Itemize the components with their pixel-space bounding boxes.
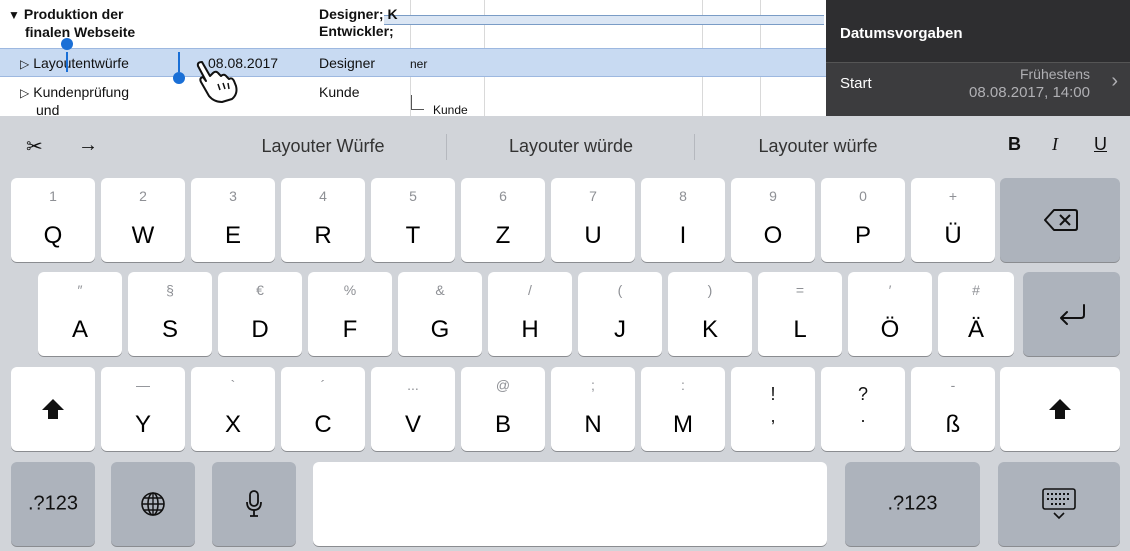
suggestion-divider <box>694 134 695 160</box>
key-g[interactable]: & G <box>398 272 482 356</box>
outline-row-2-name[interactable]: ▷ Layoutentwürfe <box>20 55 129 73</box>
gantt-row-2-label: ner <box>410 57 428 71</box>
key-l[interactable]: = L <box>758 272 842 356</box>
globe-icon <box>141 492 165 516</box>
panel-header: Datumsvorgaben <box>826 0 1130 63</box>
key-j[interactable]: (J <box>578 272 662 356</box>
gantt-summary-bar[interactable] <box>384 15 824 25</box>
outline-row-2-resource[interactable]: Designer <box>319 55 375 72</box>
key-oe[interactable]: ′ Ö <box>848 272 932 356</box>
bold-button[interactable]: B <box>1008 134 1021 155</box>
start-label: Start <box>840 75 872 92</box>
key-n[interactable]: ; N <box>551 367 635 451</box>
start-value: 08.08.2017, 14:00 <box>969 84 1090 101</box>
hide-keyboard-key[interactable] <box>998 462 1120 546</box>
key-p[interactable]: 0P <box>821 178 905 262</box>
key-o[interactable]: 9O <box>731 178 815 262</box>
key-i[interactable]: 8I <box>641 178 725 262</box>
key-a[interactable]: ″ A <box>38 272 122 356</box>
key-m[interactable]: :M <box>641 367 725 451</box>
start-mode: Frühestens <box>1019 66 1090 82</box>
shift-key-left[interactable] <box>11 367 95 451</box>
collapse-triangle-icon[interactable]: ▷ <box>20 57 29 71</box>
editing-text[interactable]: Layoutentwürfe <box>33 55 129 71</box>
suggestion-divider <box>446 134 447 160</box>
outline-row-1-resources[interactable]: Designer; K Entwickler; <box>319 6 407 40</box>
panel-title: Datumsvorgaben <box>840 25 963 42</box>
backspace-key[interactable] <box>1000 178 1120 262</box>
chevron-right-icon: › <box>1111 70 1118 92</box>
key-ue[interactable]: + Ü <box>911 178 995 262</box>
key-e[interactable]: 3E <box>191 178 275 262</box>
selection-start-handle[interactable] <box>61 38 73 50</box>
key-y[interactable]: — Y <box>101 367 185 451</box>
selection-end-handle[interactable] <box>173 72 185 84</box>
return-key[interactable] <box>1023 272 1120 356</box>
key-v[interactable]: ... V <box>371 367 455 451</box>
space-key[interactable] <box>313 462 827 546</box>
suggestion-3[interactable]: Layouter würfe <box>698 136 938 157</box>
key-s[interactable]: § S <box>128 272 212 356</box>
shift-icon <box>42 399 64 419</box>
key-question-period[interactable]: ?. <box>821 367 905 451</box>
microphone-icon <box>246 490 262 517</box>
key-w[interactable]: 2W <box>101 178 185 262</box>
selection-end-caret <box>178 52 180 72</box>
keyboard-shortcut-bar: ✂ → Layouter Würfe Layouter würde Layout… <box>0 116 1130 176</box>
key-z[interactable]: 6Z <box>461 178 545 262</box>
key-eszett[interactable]: -ß <box>911 367 995 451</box>
key-k[interactable]: ) K <box>668 272 752 356</box>
suggestion-1[interactable]: Layouter Würfe <box>203 136 443 157</box>
key-exclamation-comma[interactable]: !, <box>731 367 815 451</box>
italic-button[interactable]: I <box>1052 134 1058 155</box>
gantt-connector <box>411 95 424 110</box>
key-x[interactable]: ` X <box>191 367 275 451</box>
outline-row-3-resource[interactable]: Kunde <box>319 84 359 101</box>
key-h[interactable]: / H <box>488 272 572 356</box>
outline-row-3-name[interactable]: ▷ Kundenprüfung und <box>20 84 129 116</box>
key-d[interactable]: € D <box>218 272 302 356</box>
numbers-key-right[interactable]: .?123 <box>845 462 980 546</box>
expand-triangle-icon[interactable]: ▼ <box>8 8 20 22</box>
key-q[interactable]: 1Q <box>11 178 95 262</box>
key-f[interactable]: % F <box>308 272 392 356</box>
globe-key[interactable] <box>111 462 195 546</box>
return-icon <box>1060 304 1085 325</box>
scissors-icon[interactable]: ✂ <box>26 134 43 159</box>
suggestion-2[interactable]: Layouter würde <box>451 136 691 157</box>
numbers-key-left[interactable]: .?123 <box>11 462 95 546</box>
underline-button[interactable]: U <box>1094 134 1107 155</box>
collapse-triangle-icon[interactable]: ▷ <box>20 86 29 100</box>
dictation-key[interactable] <box>212 462 296 546</box>
key-ae[interactable]: # Ä <box>938 272 1014 356</box>
key-r[interactable]: 4R <box>281 178 365 262</box>
touch-hand-icon <box>196 61 238 103</box>
date-constraints-panel: Datumsvorgaben Start Frühestens 08.08.20… <box>826 0 1130 116</box>
shift-key-right[interactable] <box>1000 367 1120 451</box>
key-u[interactable]: 7U <box>551 178 635 262</box>
tab-arrow-icon[interactable]: → <box>78 134 98 157</box>
backspace-icon <box>1044 209 1078 231</box>
gantt-row-3-label: Kunde <box>433 103 468 116</box>
start-constraint-row[interactable]: Start Frühestens 08.08.2017, 14:00 › <box>826 62 1130 116</box>
key-t[interactable]: 5T <box>371 178 455 262</box>
key-b[interactable]: @ B <box>461 367 545 451</box>
keyboard-hide-icon <box>1042 488 1076 520</box>
key-c[interactable]: ´ C <box>281 367 365 451</box>
selection-start-caret <box>66 52 68 72</box>
keyboard: ✂ → Layouter Würfe Layouter würde Layout… <box>0 116 1130 551</box>
outline-row-1-name[interactable]: ▼ Produktion der finalen Webseite <box>8 6 135 41</box>
shift-icon <box>1049 399 1071 419</box>
